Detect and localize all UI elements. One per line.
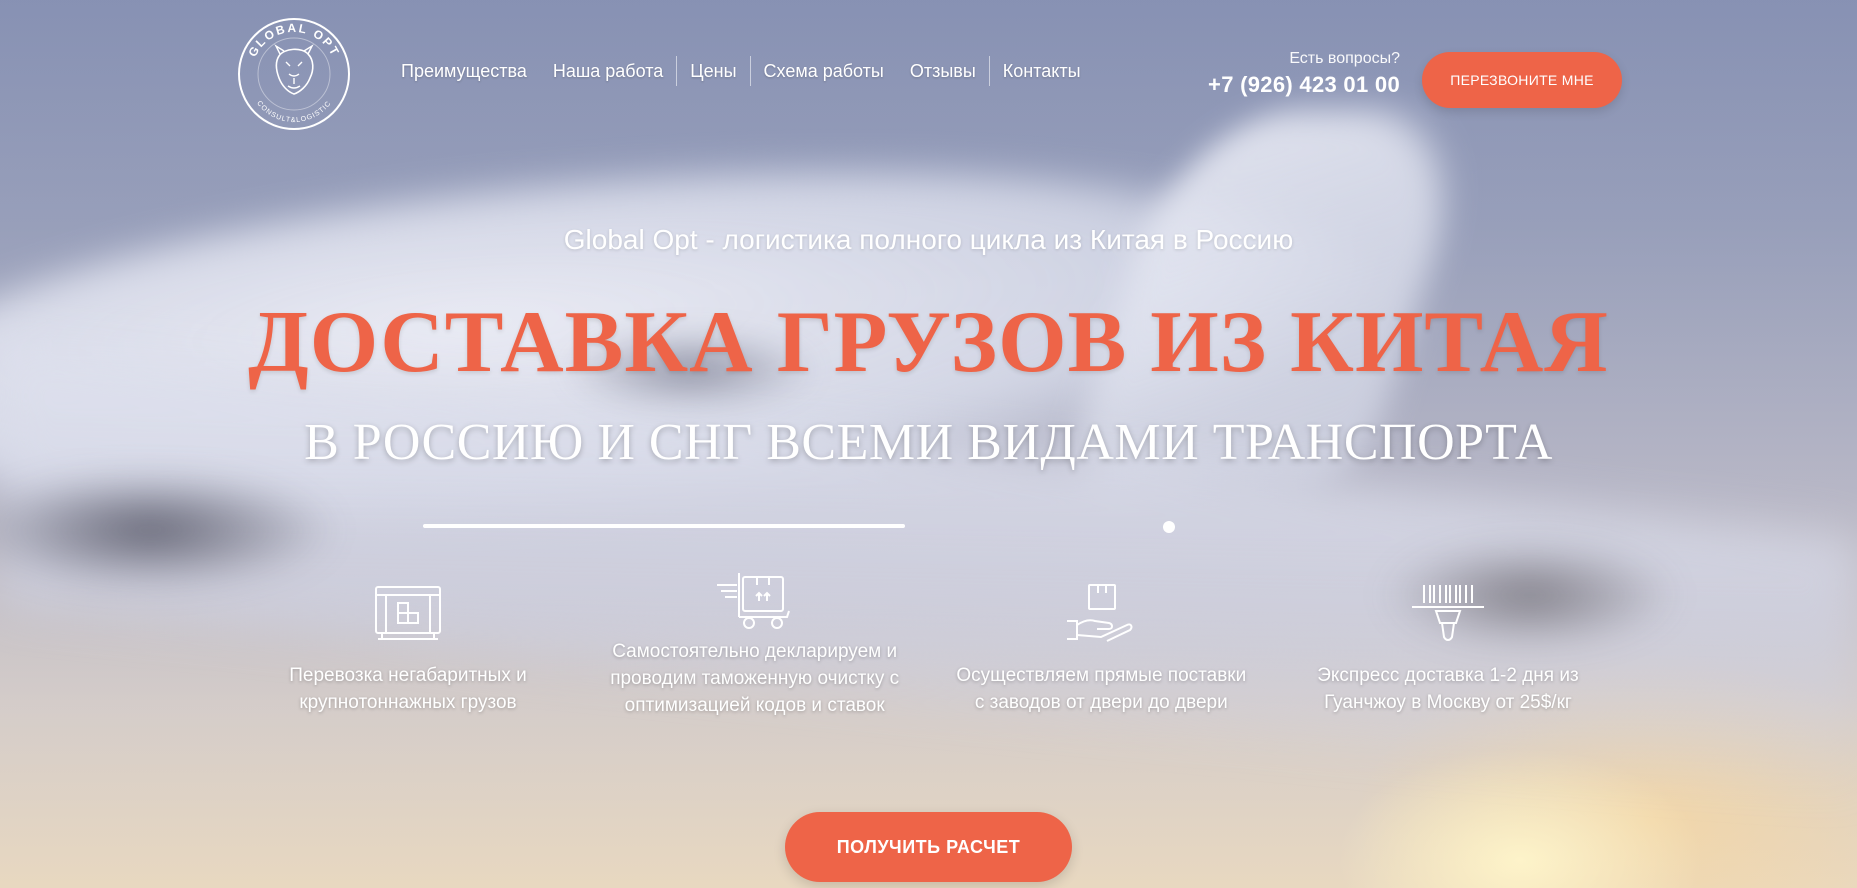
feature-item: Перевозка негабаритных и крупнотоннажных… (258, 576, 558, 719)
nav-item-advantages[interactable]: Преимущества (388, 61, 540, 82)
hero-headline-sub: В РОССИЮ И СНГ ВСЕМИ ВИДАМИ ТРАНСПОРТА (304, 414, 1553, 471)
delivery-cart-icon (716, 573, 790, 629)
background-airplane-wing (0, 342, 1857, 798)
landing-page: GLOBAL OPT CONSULT&LOGISTIC Преимущества… (0, 0, 1857, 888)
phone-number[interactable]: +7 (926) 423 01 00 (1208, 72, 1400, 98)
feature-text: Осуществляем прямые поставки с заводов о… (956, 665, 1247, 713)
svg-text:CONSULT&LOGISTIC: CONSULT&LOGISTIC (255, 100, 333, 124)
container-icon (375, 586, 441, 640)
barcode-scanner-icon (1411, 585, 1484, 641)
feature-item: Осуществляем прямые поставки с заводов о… (951, 576, 1251, 719)
hand-box-icon (1067, 584, 1133, 642)
hero-subtitle: Global Opt - логистика полного цикла из … (563, 224, 1294, 255)
nav-item-reviews[interactable]: Отзывы (897, 61, 989, 82)
svg-text:GLOBAL OPT: GLOBAL OPT (245, 21, 342, 59)
feature-text: Самостоятельно декларируем и проводим та… (610, 641, 900, 716)
feature-text: Перевозка негабаритных и крупнотоннажных… (289, 665, 527, 713)
callback-button[interactable]: ПЕРЕЗВОНИТЕ МНЕ (1422, 52, 1622, 108)
nav-item-contacts[interactable]: Контакты (990, 61, 1094, 82)
nav-item-workflow[interactable]: Схема работы (751, 61, 897, 82)
slider-dot[interactable] (1163, 521, 1175, 533)
contact-question: Есть вопросы? (1289, 50, 1400, 67)
nav-item-prices[interactable]: Цены (677, 61, 749, 82)
background-engine (0, 470, 340, 590)
nav-item-our-work[interactable]: Наша работа (540, 61, 676, 82)
hero-headline: ДОСТАВКА ГРУЗОВ ИЗ КИТАЯ (248, 294, 1609, 391)
main-nav: Преимущества Наша работа Цены Схема рабо… (388, 55, 1094, 87)
header-contact: Есть вопросы? +7 (926) 423 01 00 (1208, 50, 1400, 98)
feature-item: Экспресс доставка 1-2 дня из Гуанчжоу в … (1298, 576, 1598, 719)
feature-text: Экспресс доставка 1-2 дня из Гуанчжоу в … (1317, 665, 1579, 713)
slider-progress-line (423, 524, 905, 528)
features-row: Перевозка негабаритных и крупнотоннажных… (258, 573, 1598, 719)
get-quote-button[interactable]: ПОЛУЧИТЬ РАСЧЕТ (785, 812, 1072, 882)
logo-emblem-icon: GLOBAL OPT CONSULT&LOGISTIC (238, 18, 350, 130)
logo[interactable]: GLOBAL OPT CONSULT&LOGISTIC (234, 14, 354, 134)
feature-item: Самостоятельно декларируем и проводим та… (605, 573, 905, 719)
